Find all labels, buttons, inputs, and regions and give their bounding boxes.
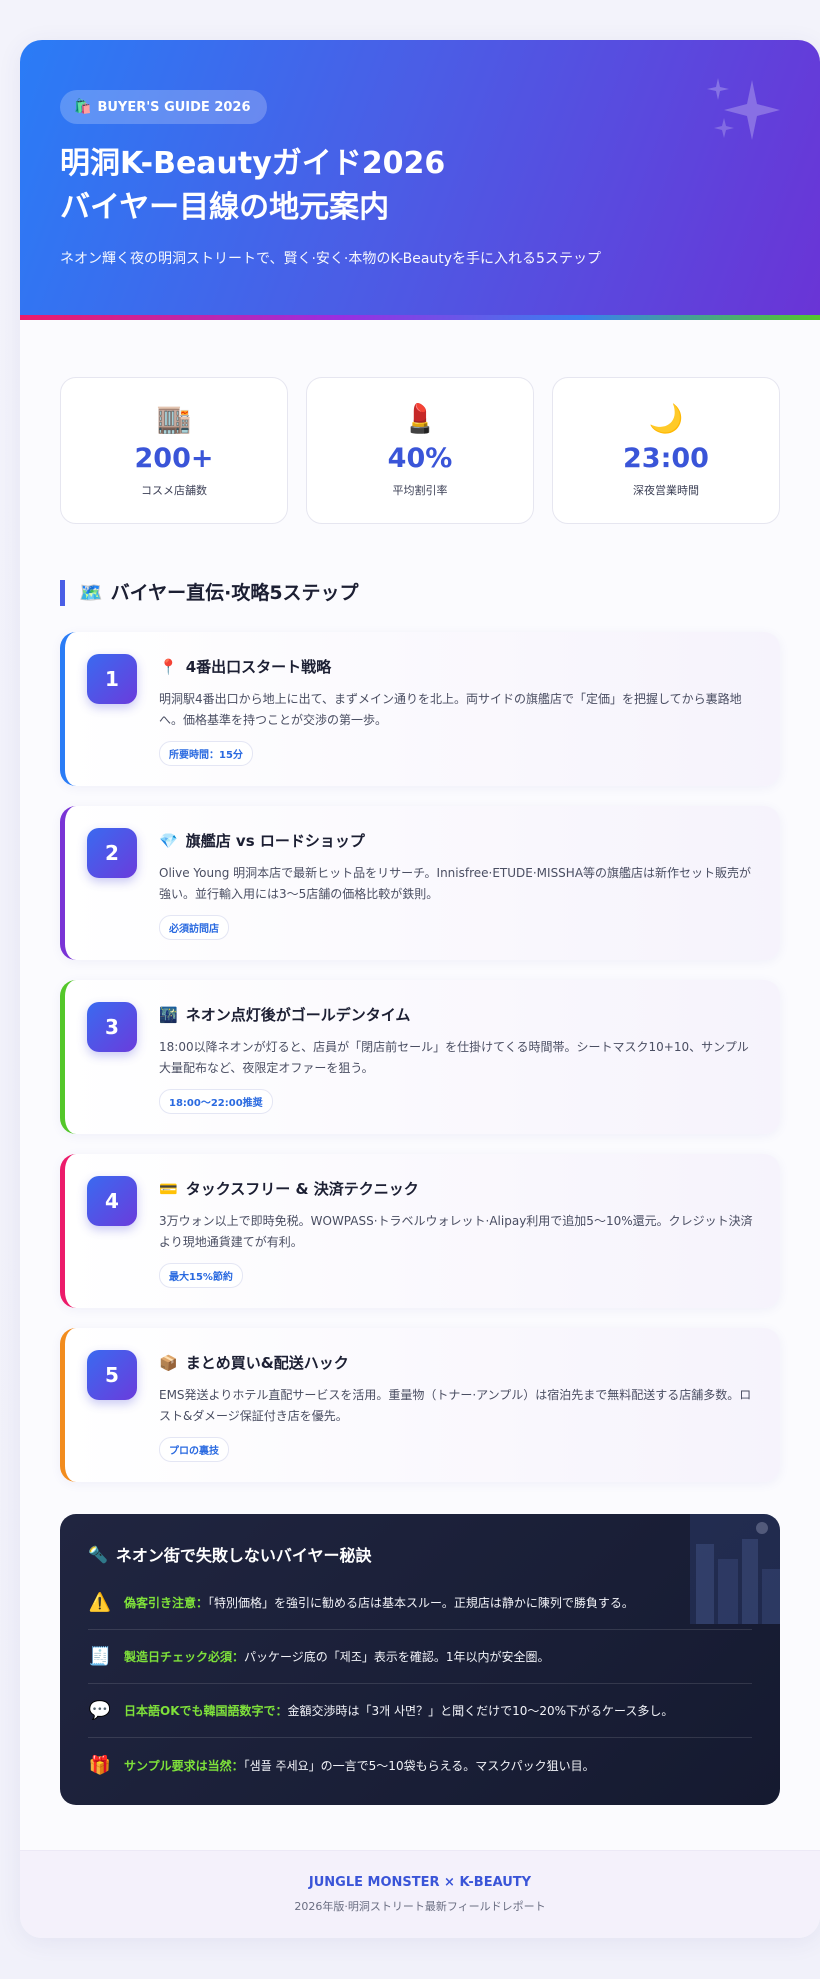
step-title-text: ネオン点灯後がゴールデンタイム [185,1006,411,1024]
stat-value: 40% [387,443,453,474]
tip-item: 🧾 製造日チェック必須：パッケージ底の「제조」表示を確認。1年以内が安全圏。 [88,1630,752,1684]
warning-icon: ⚠️ [88,1592,112,1613]
step-tag: 18:00～22:00推奨 [159,1089,273,1114]
gem-icon: 💎 [159,831,178,850]
step-number: 3 [87,1002,137,1052]
step-card-1: 1 📍 4番出口スタート戦略 明洞駅4番出口から地上に出て、まずメイン通りを北上… [60,632,780,786]
steps-section-heading: 🗺️ バイヤー直伝·攻略5ステップ [60,580,780,606]
step-card-2: 2 💎 旗艦店 vs ロードショップ Olive Young 明洞本店で最新ヒッ… [60,806,780,960]
tips-heading: 🔦 ネオン街で失敗しないバイヤー秘訣 [88,1542,752,1566]
stats-row: 🏬 200+ コスメ店舗数 💄 40% 平均割引率 🌙 23:00 深夜営業時間 [20,377,820,524]
step-number: 5 [87,1350,137,1400]
hero-subtitle: ネオン輝く夜の明洞ストリートで、賢く·安く·本物のK-Beautyを手に入れる5… [60,251,601,267]
step-title: 💳 タックスフリー & 決済テクニック [159,1178,760,1199]
tip-item: ⚠️ 偽客引き注意：「特別価格」を強引に勧める店は基本スルー。正規店は静かに陳列… [88,1576,752,1630]
tip-text: パッケージ底の「제조」表示を確認。1年以内が安全圏。 [244,1650,550,1664]
lipstick-icon: 💄 [402,402,438,435]
step-description: EMS発送よりホテル直配サービスを活用。重量物（トナー·アンプル）は宿泊先まで無… [159,1388,752,1423]
step-number: 4 [87,1176,137,1226]
hero-banner: 🛍️ BUYER'S GUIDE 2026 明洞K-Beautyガイド2026 … [20,40,820,320]
sparkle-icon [707,78,780,140]
steps-list: 1 📍 4番出口スタート戦略 明洞駅4番出口から地上に出て、まずメイン通りを北上… [20,632,820,1482]
gradient-accent-bar [20,315,820,320]
department-store-icon: 🏬 [156,402,192,435]
tip-text: 「特別価格」を強引に勧める店は基本スルー。正規店は静かに陳列で勝負する。 [208,1596,634,1610]
night-city-illustration [690,1514,780,1624]
guide-badge: 🛍️ BUYER'S GUIDE 2026 [60,90,267,124]
tip-key: 製造日チェック必須： [124,1650,245,1664]
step-description: 明洞駅4番出口から地上に出て、まずメイン通りを北上。両サイドの旗艦店で「定価」を… [159,692,742,727]
tip-text: 金額交渉時は「3개 사면？」と聞くだけで10～20%下がるケース多し。 [287,1704,674,1718]
step-tag: 最大15%節約 [159,1263,243,1288]
receipt-icon: 🧾 [88,1646,112,1667]
tip-item: 💬 日本語OKでも韓国語数字で：金額交渉時は「3개 사면？」と聞くだけで10～2… [88,1684,752,1738]
step-title: 💎 旗艦店 vs ロードショップ [159,830,760,851]
pin-icon: 📍 [159,657,178,676]
step-description: Olive Young 明洞本店で最新ヒット品をリサーチ。Innisfree·E… [159,866,752,901]
stat-card-discount: 💄 40% 平均割引率 [306,377,534,524]
stat-label: 平均割引率 [392,484,448,497]
step-tag: プロの裏技 [159,1437,229,1462]
step-card-5: 5 📦 まとめ買い&配送ハック EMS発送よりホテル直配サービスを活用。重量物（… [60,1328,780,1482]
stat-card-stores: 🏬 200+ コスメ店舗数 [60,377,288,524]
map-icon: 🗺️ [79,582,103,604]
footer-subtitle: 2026年版·明洞ストリート最新フィールドレポート [294,1900,546,1913]
credit-card-icon: 💳 [159,1179,178,1198]
buyer-tips-panel: 🔦 ネオン街で失敗しないバイヤー秘訣 ⚠️ 偽客引き注意：「特別価格」を強引に勧… [60,1514,780,1805]
crescent-moon-icon: 🌙 [648,402,684,435]
step-title: 🌃 ネオン点灯後がゴールデンタイム [159,1004,760,1025]
shopping-bags-icon: 🛍️ [74,99,92,115]
step-description: 18:00以降ネオンが灯ると、店員が「閉店前セール」を仕掛けてくる時間帯。シート… [159,1040,749,1075]
step-card-3: 3 🌃 ネオン点灯後がゴールデンタイム 18:00以降ネオンが灯ると、店員が「閉… [60,980,780,1134]
step-title-text: 旗艦店 vs ロードショップ [185,832,365,850]
stat-label: 深夜営業時間 [633,484,699,497]
tip-key: 日本語OKでも韓国語数字で： [124,1704,288,1718]
stat-value: 200+ [134,443,214,474]
tip-key: 偽客引き注意： [124,1596,209,1610]
tip-key: サンプル要求は当然： [124,1758,244,1773]
tip-text: 「샘플 주세요」の一言で5～10袋もらえる。マスクパック狙い目。 [243,1758,595,1773]
tips-title-text: ネオン街で失敗しないバイヤー秘訣 [115,1546,372,1565]
tips-list: ⚠️ 偽客引き注意：「特別価格」を強引に勧める店は基本スルー。正規店は静かに陳列… [88,1576,752,1792]
step-title: 📍 4番出口スタート戦略 [159,656,760,677]
step-tag: 必須訪問店 [159,915,229,940]
package-icon: 📦 [159,1353,178,1372]
section-title-text: バイヤー直伝·攻略5ステップ [110,582,359,604]
stat-label: コスメ店舗数 [141,484,207,497]
step-title-text: 4番出口スタート戦略 [185,658,332,676]
guide-page: 🛍️ BUYER'S GUIDE 2026 明洞K-Beautyガイド2026 … [20,40,820,1938]
step-description: 3万ウォン以上で即時免税。WOWPASS·トラベルウォレット·Alipay利用で… [159,1214,753,1249]
flashlight-icon: 🔦 [88,1544,108,1564]
tip-item: 🎁 サンプル要求は当然：「샘플 주세요」の一言で5～10袋もらえる。マスクパック… [88,1738,752,1792]
title-line-1: 明洞K-Beautyガイド2026 [60,146,446,181]
step-card-4: 4 💳 タックスフリー & 決済テクニック 3万ウォン以上で即時免税。WOWPA… [60,1154,780,1308]
title-line-2: バイヤー目線の地元案内 [60,190,390,225]
stat-card-hours: 🌙 23:00 深夜営業時間 [552,377,780,524]
step-tag: 所要時間：15分 [159,741,253,766]
step-number: 2 [87,828,137,878]
gift-icon: 🎁 [88,1754,112,1776]
step-number: 1 [87,654,137,704]
footer: JUNGLE MONSTER × K-BEAUTY 2026年版·明洞ストリート… [20,1850,820,1938]
stat-value: 23:00 [623,443,709,474]
badge-label: BUYER'S GUIDE 2026 [97,99,251,115]
night-city-icon: 🌃 [159,1005,178,1024]
step-title-text: タックスフリー & 決済テクニック [185,1180,419,1198]
speech-bubble-icon: 💬 [88,1700,112,1721]
step-title: 📦 まとめ買い&配送ハック [159,1352,760,1373]
step-title-text: まとめ買い&配送ハック [185,1354,349,1372]
page-title: 明洞K-Beautyガイド2026 バイヤー目線の地元案内 [60,142,780,230]
footer-brand: JUNGLE MONSTER × K-BEAUTY [308,1875,532,1890]
